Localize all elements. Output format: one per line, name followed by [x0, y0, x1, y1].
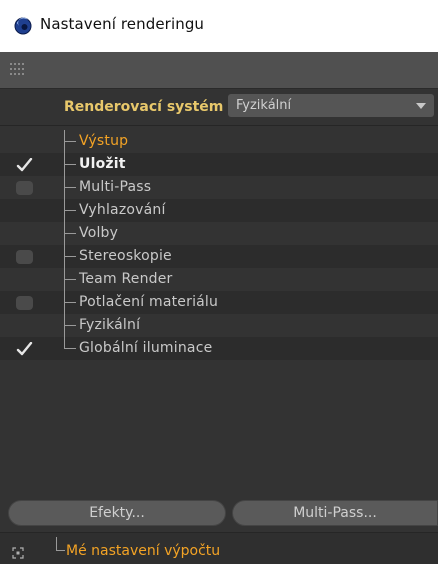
renderer-select[interactable]: Fyzikální [228, 94, 434, 117]
tree-branch-line [64, 222, 76, 245]
tree-item-label: Potlačení materiálu [79, 294, 219, 310]
renderer-select-value: Fyzikální [236, 98, 292, 113]
settings-tree: Výstup Uložit Multi-Pass Vyhlazování Volby St… [0, 130, 438, 490]
tree-branch-line [64, 314, 76, 337]
tree-row[interactable]: Výstup [0, 130, 438, 153]
tree-row[interactable]: Volby [0, 222, 438, 245]
panel-handle-bar[interactable] [0, 52, 438, 89]
tree-branch-line [64, 337, 76, 360]
tree-branch-line [64, 199, 76, 222]
checkbox-unchecked[interactable] [16, 250, 33, 264]
tree-branch-line [64, 176, 76, 199]
tree-item-label: Výstup [79, 133, 129, 149]
tree-branch-line [56, 537, 66, 551]
buttons-row: Efekty... Multi-Pass... [0, 500, 438, 526]
window-title: Nastavení renderingu [40, 15, 205, 33]
tree-branch-line [64, 153, 76, 176]
tree-item-label: Team Render [79, 271, 173, 287]
tree-row[interactable]: Globální iluminace [0, 337, 438, 360]
tree-branch-line [64, 130, 76, 153]
renderer-label: Renderovací systém [64, 99, 224, 115]
checkbox-unchecked[interactable] [16, 296, 33, 310]
renderer-row: Renderovací systém Fyzikální [0, 89, 438, 125]
render-setting-item[interactable]: Mé nastavení výpočtu [66, 543, 220, 559]
cinema4d-sphere-icon [14, 17, 32, 35]
tree-row[interactable]: Stereoskopie [0, 245, 438, 268]
checkmark-icon [16, 158, 33, 172]
checkmark-icon [16, 342, 33, 356]
tree-item-label: Volby [79, 225, 119, 241]
tree-item-label: Globální iluminace [79, 340, 213, 356]
tree-branch-line [64, 268, 76, 291]
tree-item-label: Vyhlazování [79, 202, 166, 218]
tree-row[interactable]: Multi-Pass [0, 176, 438, 199]
tree-item-label: Uložit [79, 156, 126, 172]
render-settings-panel: Renderovací systém Fyzikální Výstup Uloži… [0, 52, 438, 564]
grip-icon[interactable] [10, 63, 24, 75]
tree-row[interactable]: Vyhlazování [0, 199, 438, 222]
tree-row[interactable]: Fyzikální [0, 314, 438, 337]
tree-branch-line [64, 245, 76, 268]
divider [0, 125, 438, 126]
tree-branch-line [64, 291, 76, 314]
tree-row[interactable]: Team Render [0, 268, 438, 291]
multipass-button[interactable]: Multi-Pass... [232, 500, 438, 526]
tree-item-label: Fyzikální [79, 317, 141, 333]
checkbox-checked[interactable] [16, 342, 33, 356]
tree-item-label: Multi-Pass [79, 179, 152, 195]
title-bar: Nastavení renderingu [0, 0, 438, 48]
render-setting-bar: Mé nastavení výpočtu [0, 532, 438, 564]
tree-row[interactable]: Uložit [0, 153, 438, 176]
effects-button[interactable]: Efekty... [8, 500, 226, 526]
expand-icon[interactable] [12, 547, 24, 559]
chevron-down-icon [416, 103, 426, 109]
checkbox-unchecked[interactable] [16, 181, 33, 195]
tree-row[interactable]: Potlačení materiálu [0, 291, 438, 314]
checkbox-checked[interactable] [16, 158, 33, 172]
tree-item-label: Stereoskopie [79, 248, 172, 264]
